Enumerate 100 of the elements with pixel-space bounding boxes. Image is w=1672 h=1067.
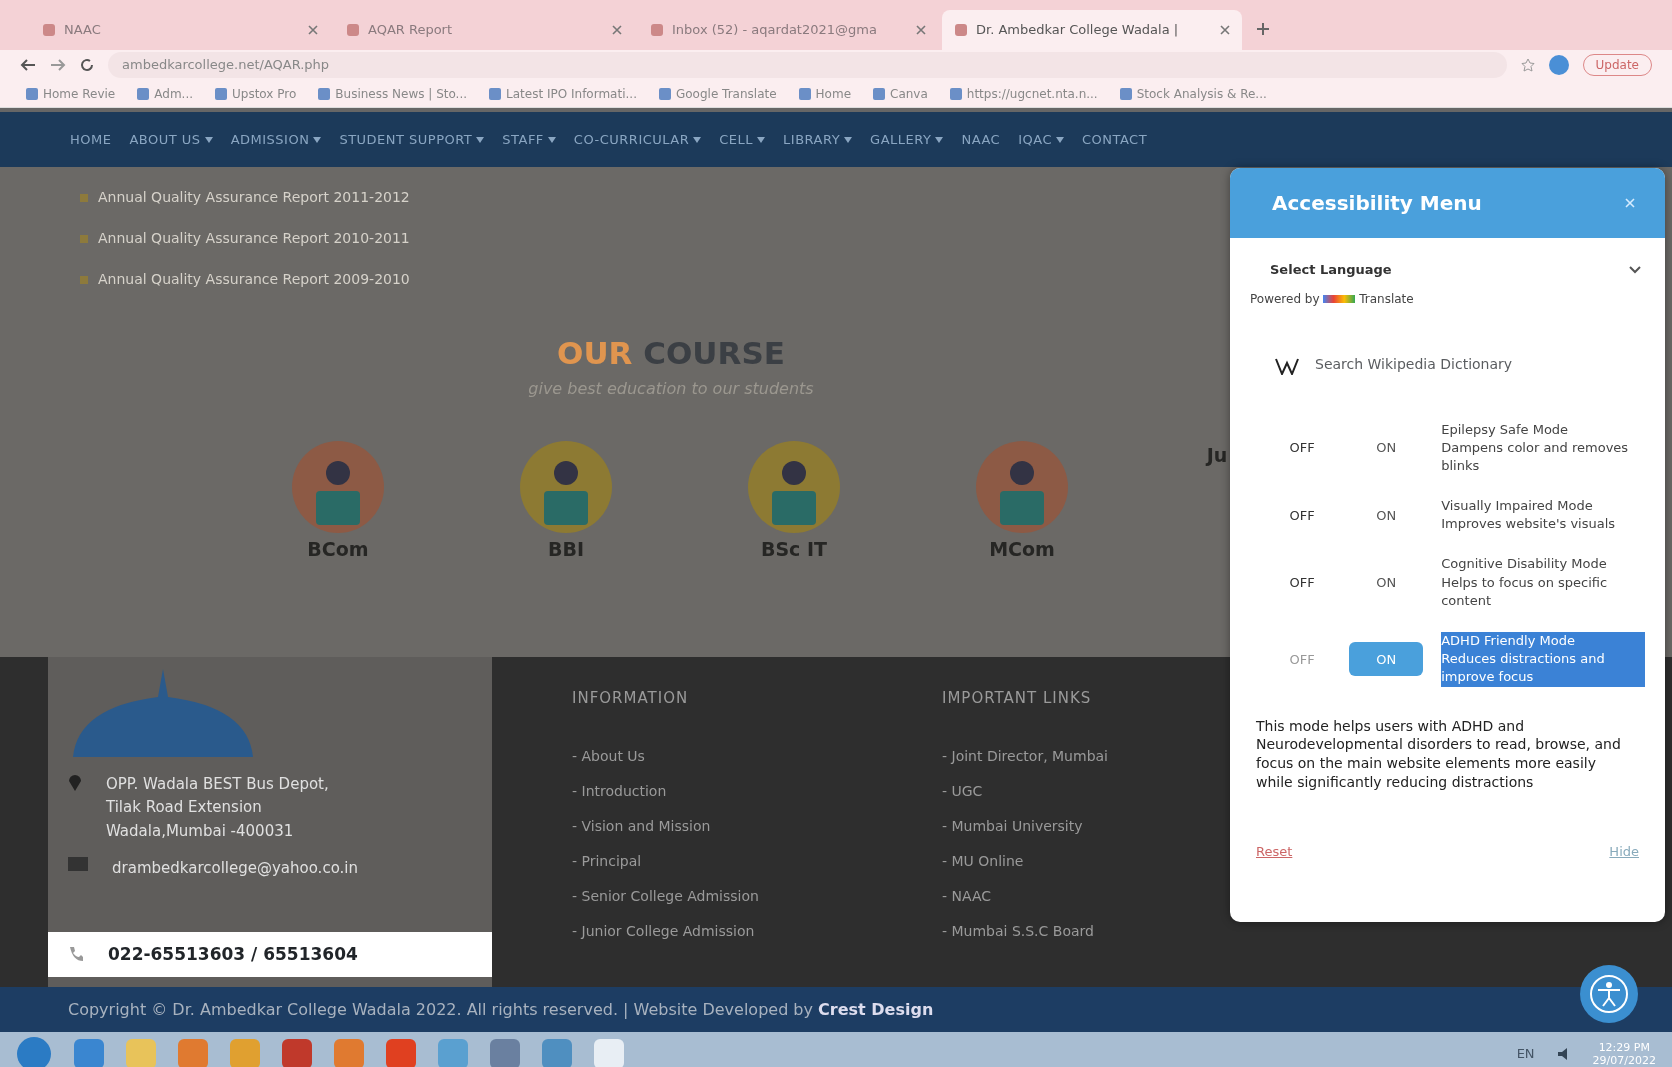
bookmark-link[interactable]: Google Translate <box>658 84 777 103</box>
browser-tab[interactable]: Inbox (52) - aqardat2021@gma <box>638 10 938 50</box>
bookmark-link[interactable]: Canva <box>873 84 928 103</box>
page-icon <box>346 23 360 37</box>
start-orb-icon[interactable] <box>16 1036 52 1067</box>
accessibility-person-icon <box>1589 974 1629 1014</box>
course-name[interactable]: BSc IT <box>760 534 828 563</box>
footer-link[interactable]: - Principal <box>572 850 642 872</box>
close-icon[interactable] <box>308 25 318 35</box>
nav-link[interactable]: IQAC <box>1018 129 1064 150</box>
nav-link[interactable]: STAFF <box>502 129 556 150</box>
nav-link[interactable]: NAAC <box>961 129 1001 150</box>
off-toggle[interactable]: OFF <box>1265 565 1340 600</box>
footer-link[interactable]: - Junior College Admission <box>572 920 755 942</box>
address-field[interactable]: ambedkarcollege.net/AQAR.php <box>108 52 1507 78</box>
footer-link[interactable]: - Joint Director, Mumbai <box>942 745 1108 767</box>
on-toggle[interactable]: ON <box>1349 430 1424 465</box>
nav-link[interactable]: CELL <box>719 129 766 150</box>
footer-link[interactable]: - Mumbai S.S.C Board <box>942 920 1094 942</box>
off-toggle[interactable]: OFF <box>1265 498 1340 533</box>
bookmark-link[interactable]: Upstox Pro <box>215 84 297 103</box>
person-icon <box>292 440 384 533</box>
app-icon[interactable] <box>438 1039 468 1067</box>
on-toggle[interactable]: ON <box>1349 642 1424 677</box>
phone-number: 022-65513603 / 65513604 <box>108 942 358 966</box>
bookmark-icon <box>489 87 502 100</box>
bookmark-link[interactable]: Latest IPO Informati... <box>489 84 637 103</box>
bookmark-link[interactable]: https://ugcnet.nta.n... <box>949 84 1098 103</box>
browser-tab[interactable]: NAAC <box>30 10 330 50</box>
nav-link[interactable]: STUDENT SUPPORT <box>339 129 485 150</box>
google-logo-icon <box>1323 295 1356 303</box>
app-icon[interactable] <box>386 1039 416 1067</box>
email-link[interactable]: drambedkarcollege@yahoo.co.in <box>112 856 372 880</box>
app-icon[interactable] <box>334 1039 364 1067</box>
nav-link[interactable]: ADMISSION <box>230 129 322 150</box>
bookmark-link[interactable]: Adm... <box>137 84 193 103</box>
footer-link[interactable]: - About Us <box>572 745 645 767</box>
bullet-icon <box>80 275 88 284</box>
profile-avatar-icon[interactable] <box>1548 55 1569 75</box>
nav-link[interactable]: CO-CURRICULAR <box>573 129 702 150</box>
app-icon[interactable] <box>594 1039 624 1067</box>
report-link[interactable]: Annual Quality Assurance Report 2011-2012 <box>98 187 410 208</box>
report-link[interactable]: Annual Quality Assurance Report 2009-2010 <box>98 269 410 290</box>
close-icon[interactable] <box>1220 25 1230 35</box>
back-icon[interactable] <box>20 58 36 72</box>
footer-link[interactable]: - Introduction <box>572 780 667 802</box>
nav-link[interactable]: HOME <box>70 129 112 150</box>
nav-link[interactable]: CONTACT <box>1081 129 1148 150</box>
bookmark-icon <box>318 87 331 100</box>
footer-link[interactable]: - NAAC <box>942 885 992 907</box>
app-icon[interactable] <box>282 1039 312 1067</box>
on-toggle[interactable]: ON <box>1349 565 1424 600</box>
person-icon <box>976 440 1068 533</box>
address-text: OPP. Wadala BEST Bus Depot, Tilak Road Extension Wadala,Mumbai -400031 <box>106 774 330 842</box>
app-icon[interactable] <box>490 1039 520 1067</box>
reset-link[interactable]: Reset <box>1256 842 1293 862</box>
footer-link[interactable]: - Senior College Admission <box>572 885 759 907</box>
app-icon[interactable] <box>74 1039 104 1067</box>
course-name[interactable]: BBI <box>547 534 584 563</box>
nav-link[interactable]: LIBRARY <box>783 129 853 150</box>
off-toggle[interactable]: OFF <box>1265 430 1340 465</box>
course-name[interactable]: MCom <box>989 534 1055 563</box>
bullet-icon <box>80 234 88 243</box>
hide-link[interactable]: Hide <box>1609 842 1639 862</box>
page-icon <box>42 23 56 37</box>
browser-tab[interactable]: AQAR Report <box>334 10 634 50</box>
course-name[interactable]: BCom <box>307 534 369 563</box>
bookmark-link[interactable]: Stock Analysis & Re... <box>1119 84 1267 103</box>
footer-link[interactable]: - MU Online <box>942 850 1024 872</box>
nav-link[interactable]: GALLERY <box>870 129 944 150</box>
bookmark-link[interactable]: Home <box>798 84 851 103</box>
close-icon[interactable] <box>612 25 622 35</box>
chevron-down-icon <box>1629 265 1641 274</box>
bookmark-link[interactable]: Business News | Sto... <box>318 84 468 103</box>
column-heading: INFORMATION <box>572 688 690 709</box>
course-name[interactable]: Ju <box>1206 440 1228 469</box>
footer-link[interactable]: - Mumbai University <box>942 815 1083 837</box>
app-icon[interactable] <box>542 1039 572 1067</box>
page-icon <box>954 23 968 37</box>
app-icon[interactable] <box>178 1039 208 1067</box>
language-select[interactable]: Select Language <box>1230 238 1665 290</box>
reload-icon[interactable] <box>80 58 94 72</box>
bookmark-icon <box>798 87 811 100</box>
bullet-icon <box>80 193 88 202</box>
nav-link[interactable]: ABOUT US <box>129 129 213 150</box>
language-indicator[interactable]: EN <box>1516 1044 1535 1064</box>
footer-link[interactable]: - Vision and Mission <box>572 815 711 837</box>
person-icon <box>748 440 840 533</box>
on-toggle[interactable]: ON <box>1349 498 1424 533</box>
off-toggle[interactable]: OFF <box>1265 642 1340 677</box>
column-heading: IMPORTANT LINKS <box>942 688 1093 709</box>
forward-icon[interactable] <box>50 58 66 72</box>
footer-link[interactable]: - UGC <box>942 780 983 802</box>
star-icon[interactable] <box>1520 58 1535 72</box>
report-link[interactable]: Annual Quality Assurance Report 2010-2011 <box>98 228 410 249</box>
plus-icon[interactable] <box>1256 22 1270 36</box>
close-icon[interactable] <box>916 25 926 35</box>
bookmark-link[interactable]: Home Revie <box>26 84 116 103</box>
browser-tab[interactable]: Dr. Ambedkar College Wadala | <box>942 10 1242 50</box>
phone-icon <box>68 946 84 963</box>
